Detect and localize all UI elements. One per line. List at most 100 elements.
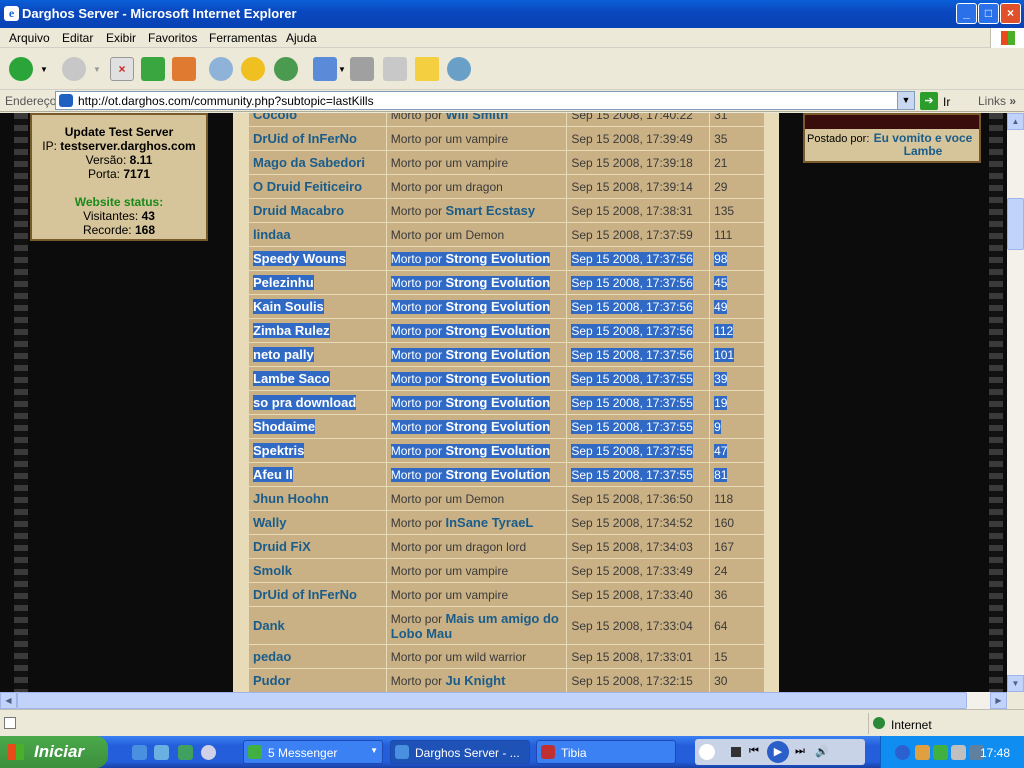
scroll-down-icon[interactable]: ▼ [1007, 675, 1024, 692]
victim-name-link[interactable]: Zimba Rulez [253, 323, 330, 338]
forward-dropdown-icon[interactable]: ▼ [93, 65, 101, 74]
killer-name-link[interactable]: Strong Evolution [445, 395, 550, 410]
tray-arrow-icon[interactable] [895, 745, 910, 760]
victim-name-link[interactable]: Pudor [253, 673, 291, 688]
victim-name-link[interactable]: Jhun Hoohn [253, 491, 329, 506]
edit-icon[interactable] [383, 57, 407, 81]
media-previous-icon[interactable] [699, 744, 715, 760]
title-bar[interactable]: e Darghos Server - Microsoft Internet Ex… [0, 0, 1024, 28]
victim-name-link[interactable]: so pra download [253, 395, 357, 410]
ie-quicklaunch-icon[interactable] [132, 745, 147, 760]
favorites-star-icon[interactable] [241, 57, 265, 81]
task-messenger[interactable]: 5 Messenger ▼ [243, 740, 383, 764]
media-next-icon[interactable]: ⏭ [795, 745, 805, 758]
refresh-icon[interactable] [141, 57, 165, 81]
killer-name-link[interactable]: Strong Evolution [445, 299, 550, 314]
menu-ajuda[interactable]: Ajuda [286, 31, 317, 45]
group-dropdown-icon[interactable]: ▼ [370, 746, 378, 755]
menu-favoritos[interactable]: Favoritos [148, 31, 197, 45]
killer-name-link[interactable]: Smart Ecstasy [445, 203, 535, 218]
horizontal-scrollbar[interactable]: ◀ ▶ [0, 692, 1007, 709]
notes-icon[interactable] [415, 57, 439, 81]
desktop-quicklaunch-icon[interactable] [154, 745, 169, 760]
victim-name-link[interactable]: Druid Macabro [253, 203, 344, 218]
menu-editar[interactable]: Editar [62, 31, 93, 45]
victim-name-link[interactable]: Smolk [253, 563, 292, 578]
vertical-scroll-thumb[interactable] [1007, 198, 1024, 250]
killer-name-link[interactable]: Strong Evolution [445, 251, 550, 266]
victim-name-link[interactable]: DrUid of InFerNo [253, 131, 357, 146]
kill-description: Morto por Smart Ecstasy [391, 203, 535, 218]
media-player-bar[interactable]: ⏮ ▶ ⏭ 🔊 [695, 739, 865, 765]
victim-name-link[interactable]: Mago da Sabedori [253, 155, 365, 170]
media-play-icon[interactable]: ▶ [767, 741, 789, 763]
victim-name-link[interactable]: Druid FiX [253, 539, 311, 554]
killer-name-link[interactable]: Ju Knight [445, 673, 505, 688]
victim-name-link[interactable]: Shodaime [253, 419, 316, 434]
links-more-icon[interactable]: » [1009, 94, 1016, 108]
victim-name-link[interactable]: DrUid of InFerNo [253, 587, 357, 602]
victim-name-link[interactable]: neto pally [253, 347, 314, 362]
media-stop-icon[interactable] [731, 747, 741, 757]
killer-name-link[interactable]: Strong Evolution [445, 467, 550, 482]
victim-name-link[interactable]: Speedy Wouns [253, 251, 346, 266]
menu-ferramentas[interactable]: Ferramentas [209, 31, 277, 45]
search-icon[interactable] [209, 57, 233, 81]
address-url[interactable]: http://ot.darghos.com/community.php?subt… [78, 94, 374, 108]
victim-name-link[interactable]: Lambe Saco [253, 371, 330, 386]
horizontal-scroll-thumb[interactable] [17, 692, 967, 709]
messenger-quicklaunch-icon[interactable] [178, 745, 193, 760]
mail-icon[interactable] [313, 57, 337, 81]
history-icon[interactable] [274, 57, 298, 81]
killer-name-link[interactable]: Strong Evolution [445, 347, 550, 362]
maximize-button[interactable]: □ [978, 3, 999, 24]
media-volume-icon[interactable]: 🔊 [815, 745, 829, 758]
back-icon[interactable] [9, 57, 33, 81]
menu-exibir[interactable]: Exibir [106, 31, 136, 45]
go-button[interactable]: ➔ Ir [920, 92, 970, 110]
task-ie[interactable]: Darghos Server - ... [390, 740, 530, 764]
victim-name-link[interactable]: Dank [253, 618, 285, 633]
tray-user-icon[interactable] [915, 745, 930, 760]
victim-name-link[interactable]: Afeu II [253, 467, 293, 482]
post-author-link[interactable]: Eu vomito e voce Lambe [867, 132, 979, 158]
killer-name-link[interactable]: Strong Evolution [445, 443, 550, 458]
victim-name-link[interactable]: Wally [253, 515, 286, 530]
killer-name-link[interactable]: Strong Evolution [445, 419, 550, 434]
victim-name-link[interactable]: Cocolo [253, 113, 297, 122]
victim-name-link[interactable]: Spektris [253, 443, 305, 458]
killer-name-link[interactable]: Will Smith [445, 113, 508, 122]
killer-name-link[interactable]: Strong Evolution [445, 371, 550, 386]
scroll-right-icon[interactable]: ▶ [990, 692, 1007, 709]
victim-name-link[interactable]: Kain Soulis [253, 299, 324, 314]
killer-name-link[interactable]: InSane TyraeL [445, 515, 533, 530]
forward-icon[interactable] [62, 57, 86, 81]
victim-name-link[interactable]: O Druid Feiticeiro [253, 179, 362, 194]
close-button[interactable]: × [1000, 3, 1021, 24]
address-input[interactable]: http://ot.darghos.com/community.php?subt… [55, 91, 915, 110]
vertical-scrollbar[interactable]: ▲ ▼ [1007, 113, 1024, 692]
mail-dropdown-icon[interactable]: ▼ [338, 65, 346, 74]
stop-icon[interactable]: × [110, 57, 134, 81]
victim-name-link[interactable]: lindaa [253, 227, 291, 242]
print-icon[interactable] [350, 57, 374, 81]
task-tibia[interactable]: Tibia [536, 740, 676, 764]
minimize-button[interactable]: _ [956, 3, 977, 24]
victim-name-link[interactable]: Pelezinhu [253, 275, 314, 290]
back-dropdown-icon[interactable]: ▼ [40, 65, 48, 74]
home-icon[interactable] [172, 57, 196, 81]
scroll-up-icon[interactable]: ▲ [1007, 113, 1024, 130]
tray-volume-icon[interactable] [951, 745, 966, 760]
media-rewind-icon[interactable]: ⏮ [749, 745, 759, 758]
media-quicklaunch-icon[interactable] [201, 745, 216, 760]
scroll-left-icon[interactable]: ◀ [0, 692, 17, 709]
tray-messenger-icon[interactable] [933, 745, 948, 760]
killer-name-link[interactable]: Strong Evolution [445, 275, 550, 290]
menu-arquivo[interactable]: Arquivo [9, 31, 50, 45]
address-dropdown-icon[interactable]: ▼ [897, 92, 914, 109]
victim-name-link[interactable]: pedao [253, 649, 291, 664]
start-button[interactable]: Iniciar [0, 736, 108, 768]
links-button[interactable]: Links » [978, 94, 1016, 108]
killer-name-link[interactable]: Strong Evolution [445, 323, 550, 338]
messenger-icon[interactable] [447, 57, 471, 81]
